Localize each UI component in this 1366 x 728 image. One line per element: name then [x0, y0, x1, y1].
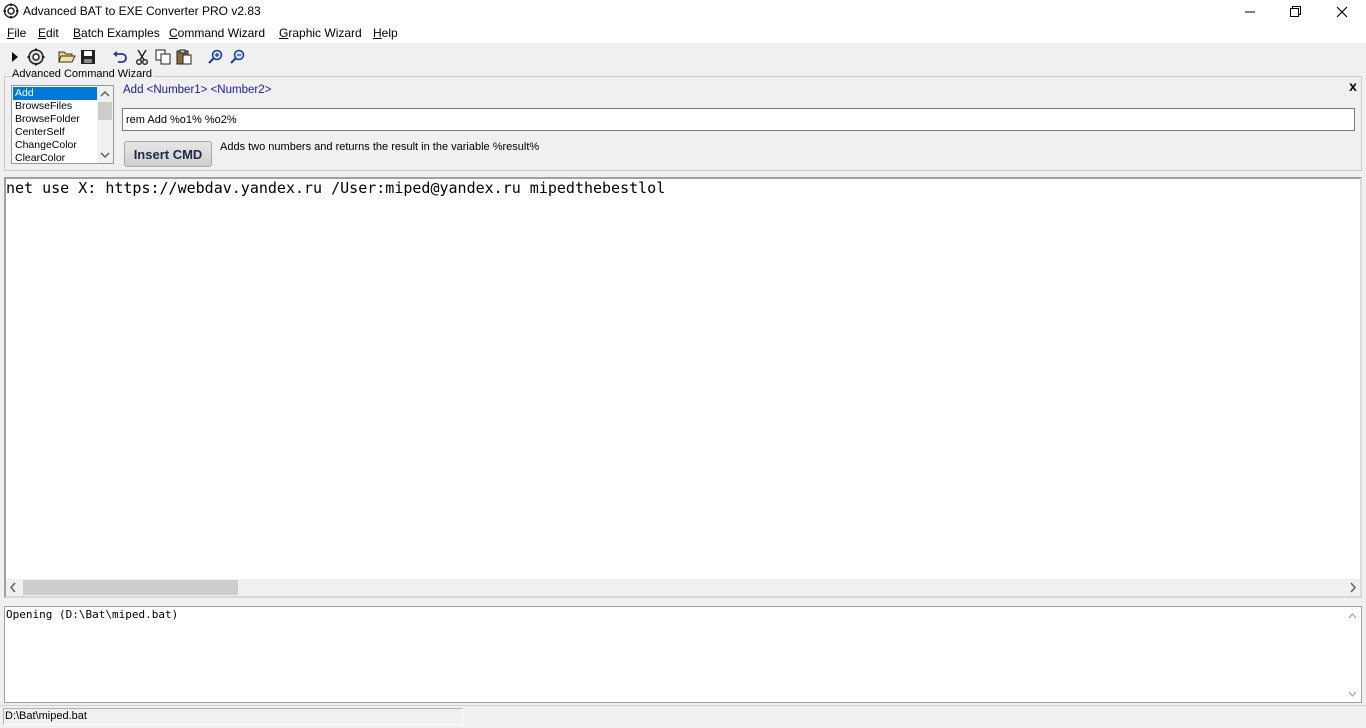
- app-gear-icon: [3, 3, 19, 19]
- list-item-add[interactable]: Add: [13, 87, 98, 100]
- menu-command-wizard[interactable]: Command Wizard: [169, 26, 265, 40]
- run-icon[interactable]: [6, 48, 24, 66]
- editor-scroll-thumb[interactable]: [23, 580, 238, 595]
- close-icon: [1336, 6, 1348, 17]
- minimize-icon: [1245, 11, 1255, 12]
- command-list-scrollbar[interactable]: [97, 86, 113, 163]
- output-log[interactable]: [4, 606, 1362, 703]
- restore-button[interactable]: [1273, 0, 1319, 23]
- close-wizard-button[interactable]: x: [1347, 78, 1359, 94]
- list-item-clearcolor[interactable]: ClearColor: [13, 152, 98, 163]
- toolbar: [0, 43, 1366, 70]
- status-file-path: D:\Bat\miped.bat: [5, 710, 87, 722]
- command-syntax: Add <Number1> <Number2>: [123, 84, 272, 96]
- menu-file[interactable]: File: [7, 26, 26, 40]
- script-editor[interactable]: [4, 177, 1362, 598]
- insert-cmd-button[interactable]: Insert CMD: [124, 141, 212, 167]
- menu-batch-examples[interactable]: Batch Examples: [73, 26, 160, 40]
- build-exe-icon[interactable]: [27, 48, 45, 66]
- menu-edit[interactable]: Edit: [38, 26, 59, 40]
- list-item-browsefiles[interactable]: BrowseFiles: [13, 100, 98, 113]
- editor-line[interactable]: net use X: https://webdav.yandex.ru /Use…: [6, 179, 665, 197]
- log-vertical-scrollbar[interactable]: [1344, 607, 1361, 702]
- list-item-browsefolder[interactable]: BrowseFolder: [13, 113, 98, 126]
- open-folder-icon[interactable]: [58, 48, 76, 66]
- paste-icon[interactable]: [175, 48, 193, 66]
- restore-icon: [1290, 5, 1301, 17]
- minimize-button[interactable]: [1227, 0, 1273, 23]
- command-description: Adds two numbers and returns the result …: [220, 141, 540, 153]
- list-item-centerself[interactable]: CenterSelf: [13, 126, 98, 139]
- list-item-changecolor[interactable]: ChangeColor: [13, 139, 98, 152]
- close-button[interactable]: [1319, 0, 1365, 23]
- menu-graphic-wizard[interactable]: Graphic Wizard: [279, 26, 362, 40]
- command-text-input[interactable]: [122, 108, 1355, 131]
- menu-help[interactable]: Help: [373, 26, 398, 40]
- zoom-out-icon[interactable]: [228, 48, 246, 66]
- log-line: Opening (D:\Bat\miped.bat): [6, 608, 179, 621]
- cut-icon[interactable]: [133, 48, 151, 66]
- undo-icon[interactable]: [111, 48, 129, 66]
- copy-icon[interactable]: [154, 48, 172, 66]
- wizard-legend: Advanced Command Wizard: [10, 68, 155, 80]
- save-icon[interactable]: [79, 48, 97, 66]
- window-title: Advanced BAT to EXE Converter PRO v2.83: [23, 4, 261, 18]
- zoom-in-icon[interactable]: [206, 48, 224, 66]
